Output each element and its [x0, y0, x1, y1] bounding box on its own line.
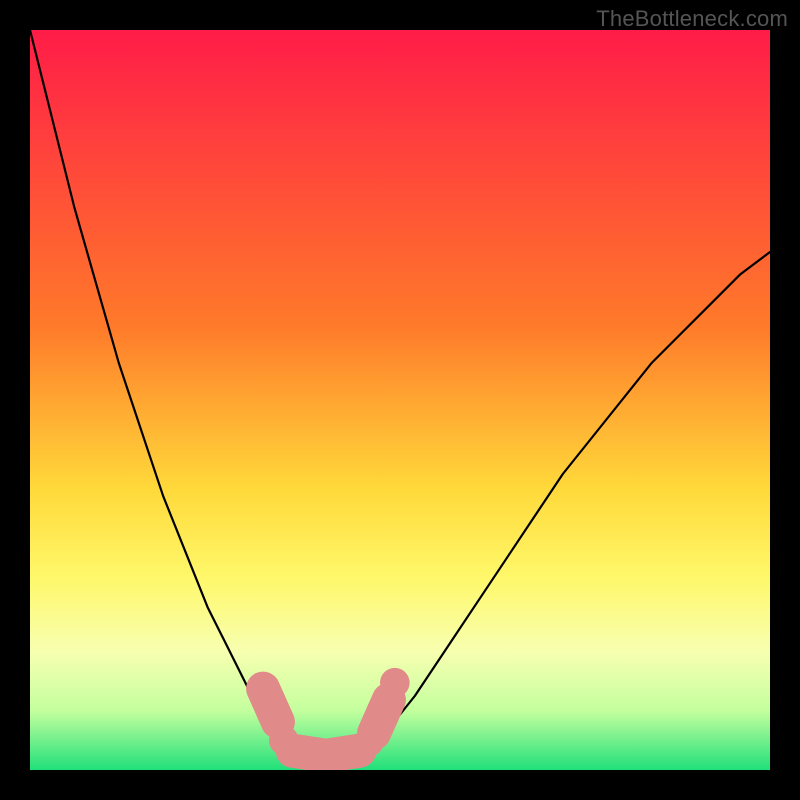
- chart-frame: TheBottleneck.com: [0, 0, 800, 800]
- marker-pill: [374, 700, 389, 733]
- watermark-text: TheBottleneck.com: [596, 6, 788, 32]
- marker-dot: [380, 668, 410, 698]
- bottleneck-curve-chart: [30, 30, 770, 770]
- marker-pill: [330, 751, 360, 755]
- plot-area: [30, 30, 770, 770]
- gradient-background: [30, 30, 770, 770]
- marker-pill: [263, 689, 278, 722]
